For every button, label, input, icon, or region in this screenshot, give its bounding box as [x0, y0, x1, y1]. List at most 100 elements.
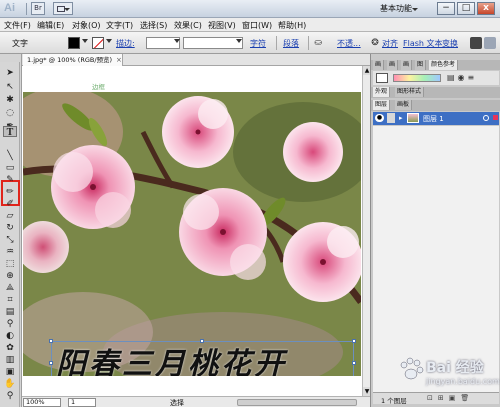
symbol-sprayer-tool[interactable]: ✿ [3, 343, 17, 354]
harmony-color-bar[interactable] [393, 74, 441, 82]
eraser-tool[interactable]: ▱ [3, 211, 17, 222]
artboard-navigator[interactable]: 1 [68, 398, 96, 407]
chevron-down-icon[interactable] [82, 39, 88, 43]
menu-view[interactable]: 视图(V) [208, 20, 236, 31]
close-button[interactable]: x [477, 2, 495, 15]
blob-brush-tool[interactable]: ✐ [3, 199, 17, 210]
gradient-tool[interactable]: ▤ [3, 307, 17, 318]
graph-tool[interactable]: ▥ [3, 355, 17, 366]
paragraph-link[interactable]: 段落 [283, 38, 299, 49]
menu-object[interactable]: 对象(O) [72, 20, 101, 31]
menu-help[interactable]: 帮助(H) [278, 20, 306, 31]
rectangle-tool[interactable]: ▭ [3, 163, 17, 174]
stroke-link[interactable]: 描边: [116, 38, 135, 49]
tab-appearance[interactable]: 外观 [373, 87, 391, 97]
status-text[interactable]: 选择 [170, 398, 184, 407]
arrange-documents-button[interactable] [53, 2, 73, 15]
tab-transparency[interactable]: 画 [401, 60, 413, 70]
mesh-tool[interactable]: ⌗ [3, 295, 17, 306]
opacity-link[interactable]: 不透... [337, 38, 361, 49]
menu-type[interactable]: 文字(T) [106, 20, 133, 31]
line-tool[interactable]: ╲ [3, 151, 17, 162]
document-window: 1.jpg* @ 100% (RGB/预览) × 边框 阳春三月桃花开 ▲ ▼ … [21, 54, 371, 407]
resize-handle[interactable] [200, 339, 204, 343]
tab-graphic-styles[interactable]: 图形样式 [395, 87, 425, 97]
resize-handle[interactable] [352, 339, 356, 343]
flash-text-link[interactable]: Flash 文本 [403, 38, 443, 49]
bridge-button[interactable]: Br [31, 2, 45, 15]
minimize-button[interactable]: − [437, 2, 455, 15]
menu-select[interactable]: 选择(S) [140, 20, 167, 31]
eye-icon[interactable]: ● [375, 114, 384, 122]
document-tab-title: 1.jpg* @ 100% (RGB/预览) [27, 56, 113, 64]
artboard-tool[interactable]: ▣ [3, 367, 17, 378]
magic-wand-tool[interactable]: ✱ [3, 95, 17, 106]
selection-tool[interactable]: ➤ [3, 68, 17, 79]
lasso-tool[interactable]: ◌ [3, 108, 17, 119]
resize-handle[interactable] [49, 339, 53, 343]
transform-link[interactable]: 变换 [442, 38, 458, 49]
control-divider [276, 36, 277, 50]
chevron-down-icon[interactable] [174, 39, 180, 43]
chevron-down-icon[interactable] [236, 39, 242, 43]
rotate-tool[interactable]: ↻ [3, 223, 17, 234]
blend-tool[interactable]: ◐ [3, 331, 17, 342]
tab-stroke[interactable]: 画 [373, 60, 385, 70]
close-icon[interactable]: × [116, 54, 122, 66]
caption-text[interactable]: 阳春三月桃花开 [56, 346, 352, 376]
base-color-swatch[interactable] [376, 73, 388, 83]
target-icon[interactable] [483, 115, 489, 121]
lock-toggle[interactable] [387, 113, 395, 123]
free-transform-tool[interactable]: ⬚ [3, 259, 17, 270]
globe-icon[interactable]: ❂ [369, 37, 381, 49]
color-guide-icons[interactable]: ▤◉≡ [447, 73, 477, 82]
control-bar: 文字 描边: 字符 段落 ⛀ 不透... ❂ 对齐 Flash 文本 变换 [0, 32, 500, 54]
menu-window[interactable]: 窗口(W) [242, 20, 272, 31]
tab-layers[interactable]: 图层 [373, 100, 391, 110]
tab-color-guide[interactable]: 颜色参考 [429, 60, 459, 70]
resize-handle[interactable] [49, 361, 53, 365]
document-tab[interactable]: 1.jpg* @ 100% (RGB/预览) × [23, 54, 123, 66]
chevron-down-icon [412, 8, 418, 11]
resize-handle[interactable] [352, 361, 356, 365]
font-family-field[interactable] [183, 37, 243, 49]
watermark-brand: Bai 经验 [426, 360, 484, 376]
fill-swatch[interactable] [68, 37, 80, 49]
options-icon[interactable] [484, 37, 496, 49]
menu-edit[interactable]: 编辑(E) [37, 20, 64, 31]
recolor-icon[interactable]: ⛀ [312, 37, 324, 49]
scale-tool[interactable]: ⤡ [3, 235, 17, 246]
horizontal-scrollbar[interactable] [237, 399, 357, 406]
maximize-button[interactable]: □ [457, 2, 475, 15]
artboard-canvas[interactable]: 边框 阳春三月桃花开 [22, 66, 362, 396]
stroke-swatch[interactable] [92, 37, 104, 49]
panel-menu-icon[interactable] [470, 37, 482, 49]
paintbrush-tool[interactable]: ✎ [3, 175, 17, 186]
document-tab-bar: 1.jpg* @ 100% (RGB/预览) × [22, 54, 371, 66]
selection-indicator[interactable] [493, 115, 498, 120]
tab-swatches[interactable]: 图 [415, 60, 427, 70]
pencil-tool[interactable]: ✏ [3, 187, 17, 198]
tab-artboards[interactable]: 画板 [395, 100, 413, 110]
eyedropper-tool[interactable]: ⚲ [3, 319, 17, 330]
type-tool[interactable]: T [3, 126, 17, 138]
layer-row[interactable]: ● ▸ 图层 1 [373, 112, 499, 125]
menu-file[interactable]: 文件(F) [4, 20, 31, 31]
perspective-tool[interactable]: ⟁ [3, 283, 17, 294]
tab-gradient[interactable]: 画 [387, 60, 399, 70]
character-link[interactable]: 字符 [250, 38, 266, 49]
chevron-down-icon[interactable] [106, 39, 112, 43]
direct-selection-tool[interactable]: ↖ [3, 82, 17, 93]
workspace-switcher[interactable]: 基本功能 [380, 3, 412, 14]
warp-tool[interactable]: ♒ [3, 247, 17, 258]
layers-panel-tabs: 图层 画板 [371, 100, 500, 111]
align-link[interactable]: 对齐 [382, 38, 398, 49]
menu-effect[interactable]: 效果(C) [174, 20, 202, 31]
zoom-tool[interactable]: ⚲ [3, 391, 17, 402]
shape-builder-tool[interactable]: ⊕ [3, 271, 17, 282]
zoom-field[interactable]: 100% [23, 398, 61, 407]
layer-name[interactable]: 图层 1 [423, 114, 444, 124]
hand-tool[interactable]: ✋ [3, 379, 17, 390]
expand-arrow-icon[interactable]: ▸ [399, 114, 403, 122]
text-frame[interactable]: 阳春三月桃花开 [49, 339, 356, 376]
